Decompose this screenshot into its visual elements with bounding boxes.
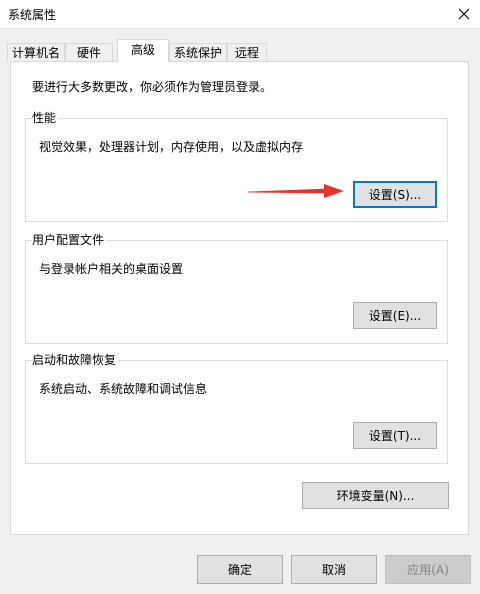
close-button[interactable] [448, 0, 480, 28]
admin-note: 要进行大多数更改，你必须作为管理员登录。 [32, 80, 273, 94]
performance-description: 视觉效果，处理器计划，内存使用，以及虚拟内存 [39, 140, 304, 154]
cancel-button[interactable]: 取消 [291, 555, 377, 584]
tab-computer-name[interactable]: 计算机名 [7, 43, 65, 61]
tab-hardware[interactable]: 硬件 [65, 43, 113, 61]
startup-recovery-group: 启动和故障恢复 系统启动、系统故障和调试信息 设置(T)... [25, 353, 448, 464]
window-title: 系统属性 [8, 8, 57, 22]
tab-advanced[interactable]: 高级 [117, 39, 169, 62]
performance-title: 性能 [32, 111, 59, 125]
apply-button[interactable]: 应用(A) [385, 555, 471, 584]
tab-system-protection[interactable]: 系统保护 [169, 43, 227, 61]
close-icon [458, 8, 470, 20]
tab-remote[interactable]: 远程 [227, 43, 267, 61]
performance-settings-button[interactable]: 设置(S)... [353, 181, 437, 208]
user-profiles-title: 用户配置文件 [32, 233, 107, 247]
red-arrow-icon [248, 184, 344, 198]
startup-recovery-title: 启动和故障恢复 [32, 353, 119, 367]
ok-button[interactable]: 确定 [197, 555, 283, 584]
startup-recovery-description: 系统启动、系统故障和调试信息 [39, 382, 208, 396]
user-profiles-settings-button[interactable]: 设置(E)... [353, 302, 437, 329]
system-properties-dialog: 系统属性 计算机名 硬件 高级 系统保护 远程 要进行大多数更改，你必须作为管理… [0, 0, 480, 594]
performance-group: 性能 视觉效果，处理器计划，内存使用，以及虚拟内存 设置(S)... [25, 111, 448, 222]
user-profiles-group: 用户配置文件 与登录帐户相关的桌面设置 设置(E)... [25, 233, 448, 344]
startup-recovery-settings-button[interactable]: 设置(T)... [353, 422, 437, 449]
title-bar: 系统属性 [0, 0, 480, 29]
advanced-tab-panel: 要进行大多数更改，你必须作为管理员登录。 性能 视觉效果，处理器计划，内存使用，… [10, 61, 469, 535]
environment-variables-button[interactable]: 环境变量(N)... [302, 482, 449, 509]
user-profiles-description: 与登录帐户相关的桌面设置 [39, 262, 184, 276]
